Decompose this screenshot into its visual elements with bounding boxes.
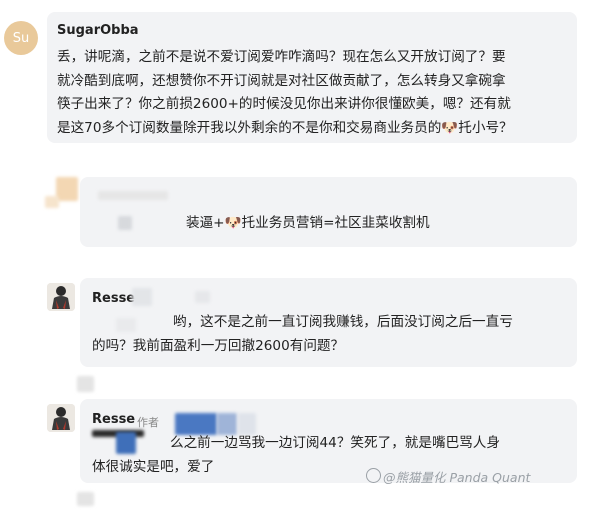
comment-bubble-1: SugarObba 丢，讲呢滴，之前不是说不爱订阅爱咋咋滴吗？现在怎么又开放订阅…: [47, 12, 577, 143]
avatar-blurred[interactable]: [56, 177, 78, 201]
blurred-region: [77, 376, 94, 392]
blurred-mention: [116, 432, 136, 454]
blurred-region: [195, 291, 210, 303]
comment-bubble-2: 装逼+🐶托业务员营销=社区韭菜收割机: [80, 177, 577, 247]
avatar-sugarobba[interactable]: Su: [4, 21, 38, 55]
comment-text-line: 体很诚实是吧，爱了: [92, 458, 215, 475]
blurred-region: [132, 288, 152, 306]
avatar-resse[interactable]: [47, 283, 75, 311]
mention-blurred: [116, 318, 136, 332]
comment-text-line: 就冷酷到底啊，还想赞你不开订阅就是对社区做贡献了，怎么转身又拿碗拿: [57, 72, 506, 89]
watermark-logo-icon: [366, 468, 381, 483]
comment-text-line: 筷子出来了？你之前损2600+的时候没见你出来讲你很懂欧美，嗯？还有就: [57, 96, 511, 112]
comment-text-line: 丢，讲呢滴，之前不是说不爱订阅爱咋咋滴吗？现在怎么又开放订阅了？要: [57, 49, 506, 65]
author-tag: 作者: [137, 416, 159, 429]
comment-author[interactable]: SugarObba: [57, 23, 139, 38]
comment-author[interactable]: Resse: [92, 412, 135, 427]
comment-text-line: 的吗？我前面盈利一万回撤2600有问题？: [92, 337, 345, 354]
watermark: @熊猫量化 Panda Quant: [383, 470, 531, 485]
person-icon: [47, 404, 75, 432]
mention-blurred: [118, 216, 132, 230]
author-blurred: [98, 191, 168, 200]
comment-text-line: 么之前一边骂我一边订阅44？笑死了，就是嘴巴骂人身: [170, 435, 500, 451]
comment-text: 装逼+🐶托业务员营销=社区韭菜收割机: [186, 215, 430, 231]
comment-author[interactable]: Resse: [92, 291, 135, 306]
blurred-region: [77, 492, 94, 506]
comment-bubble-3: Resse 哟，这不是之前一直订阅我赚钱，后面没订阅之后一直亏 的吗？我前面盈利…: [80, 278, 577, 367]
comment-text-line: 是这70多个订阅数量除开我以外剩余的不是你和交易商业务员的🐶托小号？: [57, 119, 513, 136]
avatar-blurred-fragment: [45, 196, 59, 208]
avatar-resse[interactable]: [47, 404, 75, 432]
avatar-initials: Su: [12, 30, 30, 46]
comment-text-line: 哟，这不是之前一直订阅我赚钱，后面没订阅之后一直亏: [173, 314, 513, 330]
person-icon: [47, 283, 75, 311]
